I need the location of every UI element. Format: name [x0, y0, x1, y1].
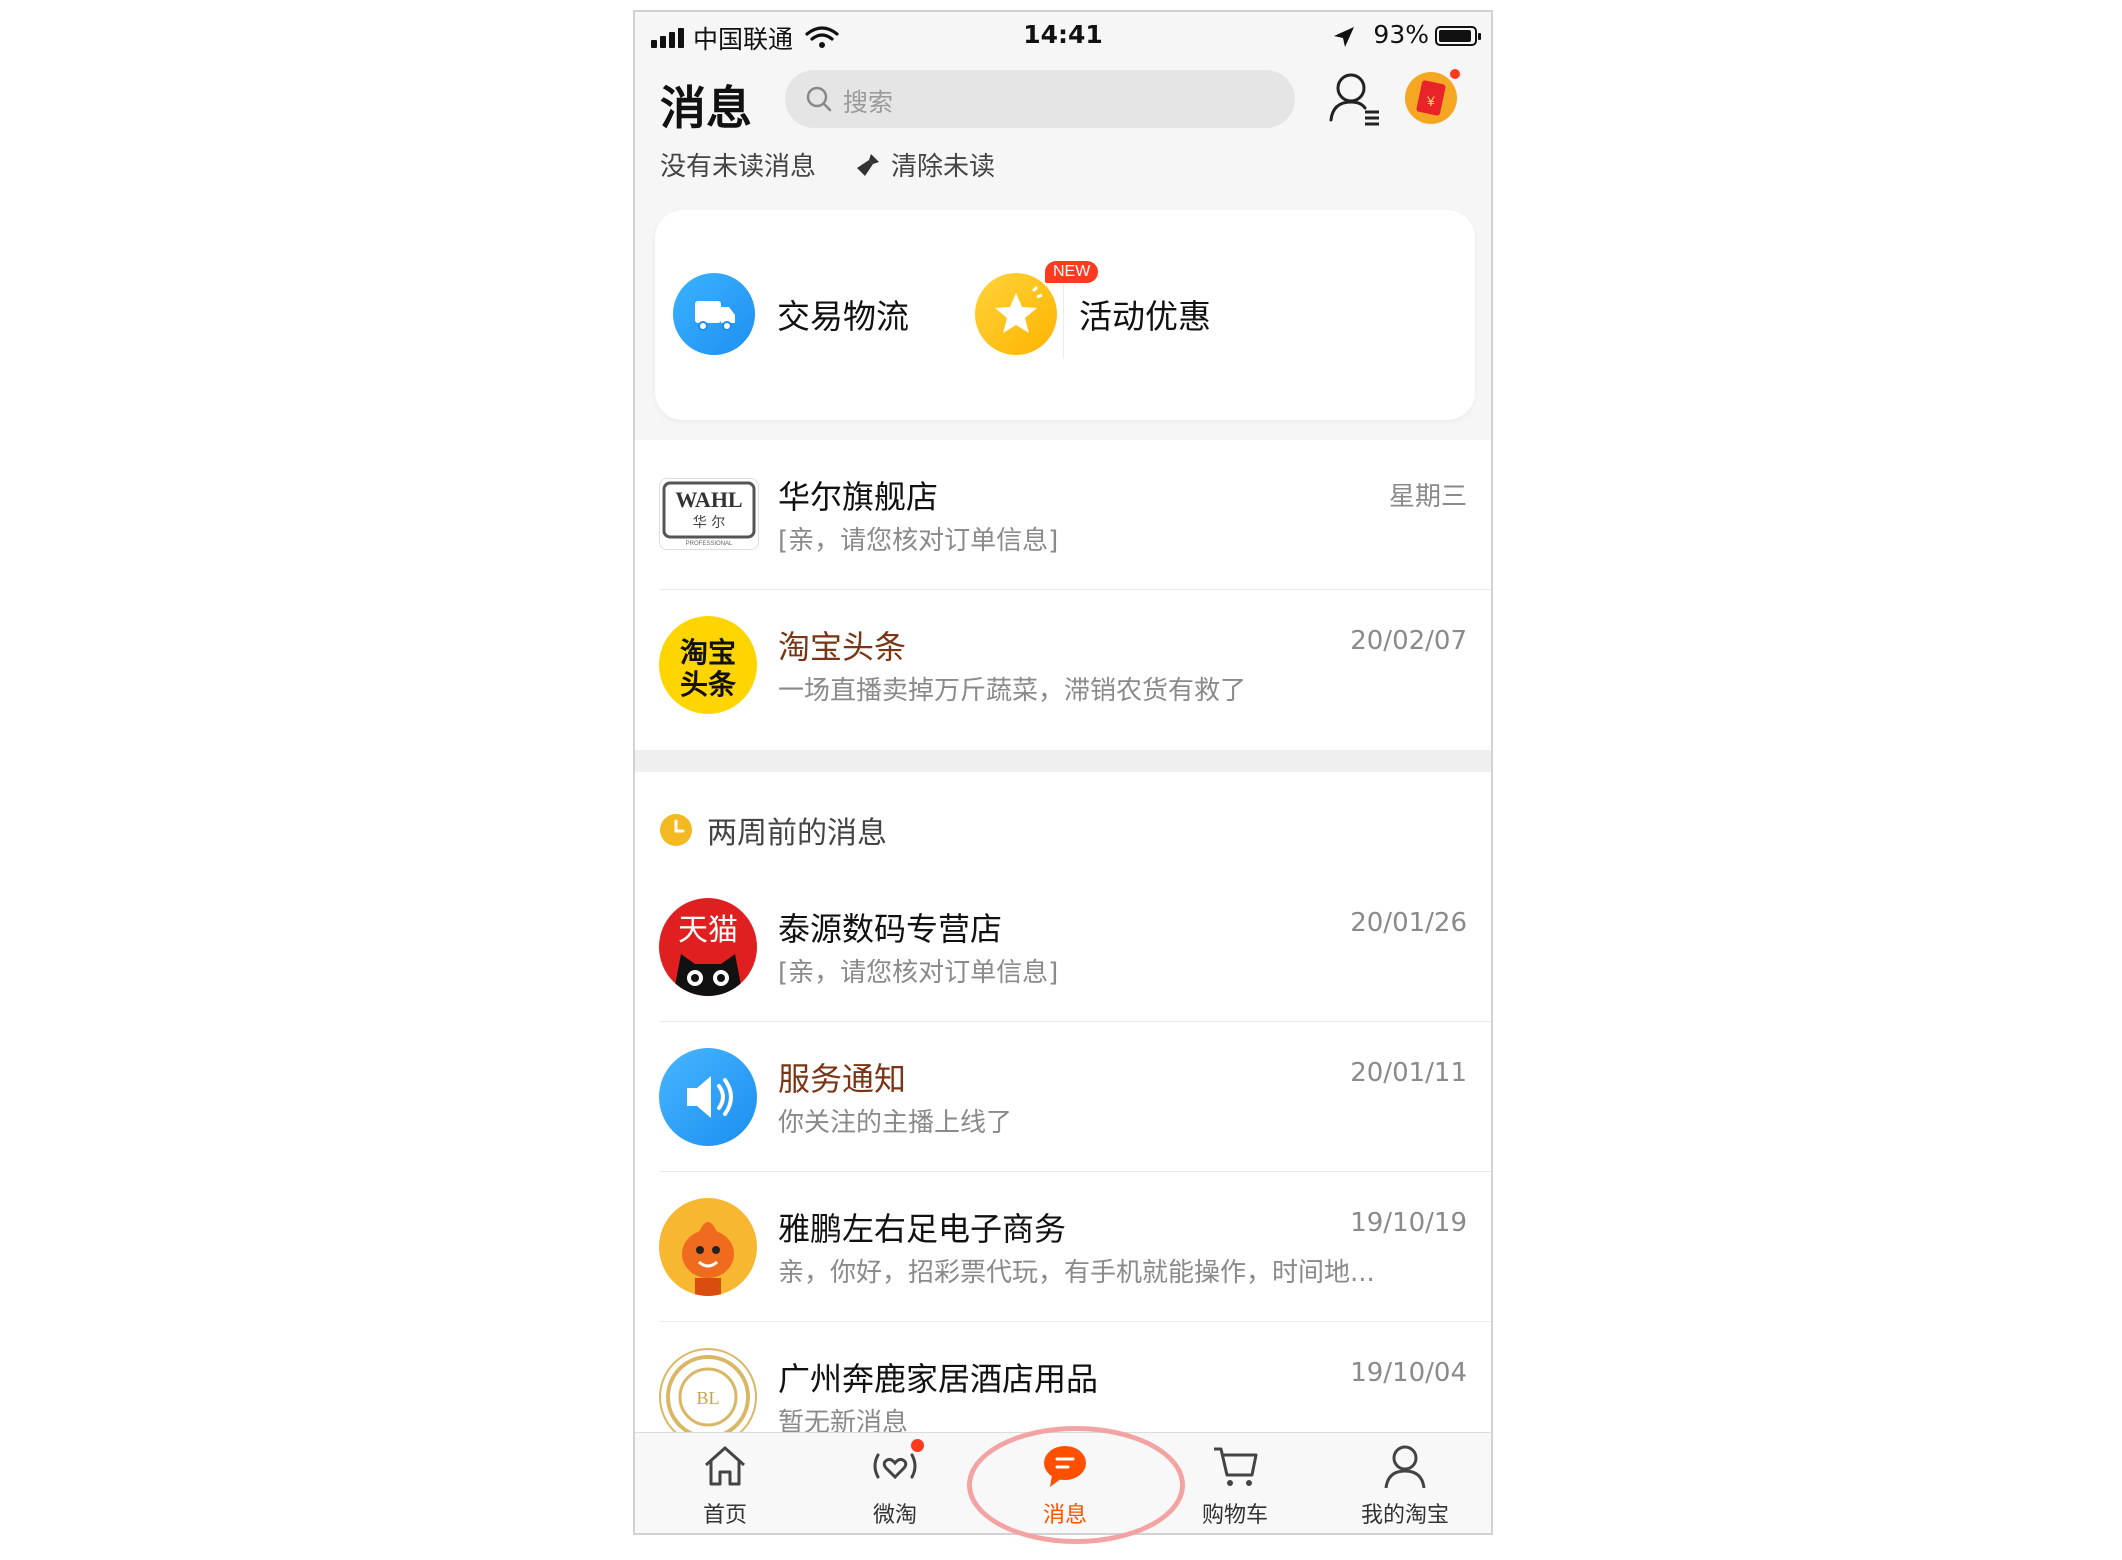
headline-logo-top: 淘宝: [680, 636, 736, 669]
message-date: 星期三: [1388, 482, 1467, 512]
older-messages-list: 两周前的消息 天猫 泰源数码专营店 [亲，请您核对订单信息] 20/01/26: [635, 772, 1491, 1472]
tab-cart[interactable]: 购物车: [1165, 1441, 1305, 1529]
message-sender: 服务通知: [778, 1060, 907, 1098]
profile-icon: [1384, 1445, 1426, 1489]
red-packet-icon[interactable]: ¥: [1403, 68, 1461, 126]
message-row[interactable]: WAHL 华 尔 PROFESSIONAL 华尔旗舰店 [亲，请您核对订单信息]…: [635, 440, 1491, 590]
phone-screen: 中国联通 14:41 93% 消息 搜索 ¥ 没有未读消息 清除未读 交易物流 …: [633, 10, 1493, 1535]
wahl-logo-tagline: PROFESSIONAL: [686, 541, 733, 547]
message-row[interactable]: 服务通知 你关注的主播上线了 20/01/11: [635, 1022, 1491, 1172]
message-preview: 一场直播卖掉万斤蔬菜，滞销农货有救了: [778, 676, 1247, 706]
star-icon: NEW: [975, 261, 1099, 355]
message-preview: 亲，你好，招彩票代玩，有手机就能操作，时间地...: [778, 1258, 1375, 1288]
truck-icon: [673, 273, 755, 355]
message-row[interactable]: 淘宝 头条 淘宝头条 一场直播卖掉万斤蔬菜，滞销农货有救了 20/02/07: [635, 590, 1491, 740]
search-placeholder: 搜索: [843, 88, 894, 117]
clear-unread-label: 清除未读: [891, 152, 996, 182]
recent-messages-list: WAHL 华 尔 PROFESSIONAL 华尔旗舰店 [亲，请您核对订单信息]…: [635, 440, 1491, 750]
tab-label: 购物车: [1201, 1503, 1268, 1528]
message-row[interactable]: 天猫 泰源数码专营店 [亲，请您核对订单信息] 20/01/26: [635, 872, 1491, 1022]
message-preview: [亲，请您核对订单信息]: [778, 526, 1059, 556]
promotions-entry[interactable]: NEW 活动优惠: [975, 261, 1211, 356]
headline-logo-bottom: 头条: [680, 668, 736, 701]
message-date: 19/10/19: [1350, 1208, 1467, 1238]
search-icon: [806, 86, 832, 112]
tab-home[interactable]: 首页: [655, 1441, 795, 1529]
page-title: 消息: [660, 81, 752, 135]
unread-status: 没有未读消息: [660, 152, 817, 182]
battery-percent: 93%: [1373, 20, 1429, 49]
tab-label: 微淘: [872, 1503, 917, 1528]
broadcast-heart-icon: [870, 1439, 924, 1491]
clock: 14:41: [1023, 20, 1103, 49]
svg-text:¥: ¥: [1426, 93, 1435, 109]
message-row[interactable]: 雅鹏左右足电子商务 亲，你好，招彩票代玩，有手机就能操作，时间地... 19/1…: [635, 1172, 1491, 1322]
speaker-icon: [659, 1048, 757, 1146]
trade-logistics-label: 交易物流: [777, 297, 909, 336]
contacts-icon[interactable]: [1327, 68, 1383, 128]
tmall-avatar: 天猫: [659, 898, 757, 996]
message-sender: 泰源数码专营店: [778, 910, 1003, 948]
battery-icon: [1435, 26, 1481, 46]
message-date: 20/02/07: [1350, 626, 1467, 656]
cart-icon: [1214, 1447, 1258, 1486]
wahl-avatar: WAHL 华 尔 PROFESSIONAL: [659, 478, 759, 550]
message-sender: 华尔旗舰店: [778, 478, 939, 516]
location-arrow-icon: [1334, 27, 1354, 47]
taobao-headline-avatar: 淘宝 头条: [659, 616, 757, 714]
message-date: 20/01/26: [1350, 908, 1467, 938]
message-preview: 你关注的主播上线了: [778, 1108, 1013, 1138]
tab-my-taobao[interactable]: 我的淘宝: [1335, 1441, 1475, 1529]
trade-logistics-entry[interactable]: 交易物流: [673, 272, 909, 356]
section-gap: [635, 750, 1491, 772]
message-date: 20/01/11: [1350, 1058, 1467, 1088]
mascot-avatar: [659, 1198, 757, 1296]
broom-icon: [857, 153, 879, 176]
wahl-logo-text: WAHL: [675, 487, 742, 512]
message-sender: 淘宝头条: [778, 628, 907, 666]
emblem-text: BL: [696, 1388, 719, 1408]
clear-unread-button[interactable]: 清除未读: [855, 146, 995, 183]
clock-icon: [660, 814, 692, 846]
search-input[interactable]: 搜索: [785, 70, 1295, 128]
section-title: 两周前的消息: [707, 816, 887, 851]
new-badge: NEW: [1045, 261, 1099, 283]
status-bar: 中国联通 14:41 93%: [635, 12, 1491, 60]
tmall-logo-text: 天猫: [678, 913, 738, 948]
highlight-ring-annotation: [967, 1426, 1185, 1544]
message-preview: [亲，请您核对订单信息]: [778, 958, 1059, 988]
message-date: 19/10/04: [1350, 1358, 1467, 1388]
message-sender: 雅鹏左右足电子商务: [778, 1210, 1067, 1248]
section-header: 两周前的消息: [659, 808, 887, 852]
message-sender: 广州奔鹿家居酒店用品: [778, 1360, 1099, 1398]
wahl-logo-subtext: 华 尔: [693, 515, 725, 531]
notification-dot: [911, 1439, 924, 1452]
tab-weitao[interactable]: 微淘: [825, 1439, 965, 1529]
promotions-label: 活动优惠: [1079, 297, 1211, 336]
home-icon: [704, 1446, 746, 1486]
quick-entries-card: 交易物流 NEW 活动优惠: [655, 210, 1475, 420]
tab-label: 我的淘宝: [1360, 1503, 1449, 1528]
tab-label: 首页: [702, 1503, 747, 1528]
